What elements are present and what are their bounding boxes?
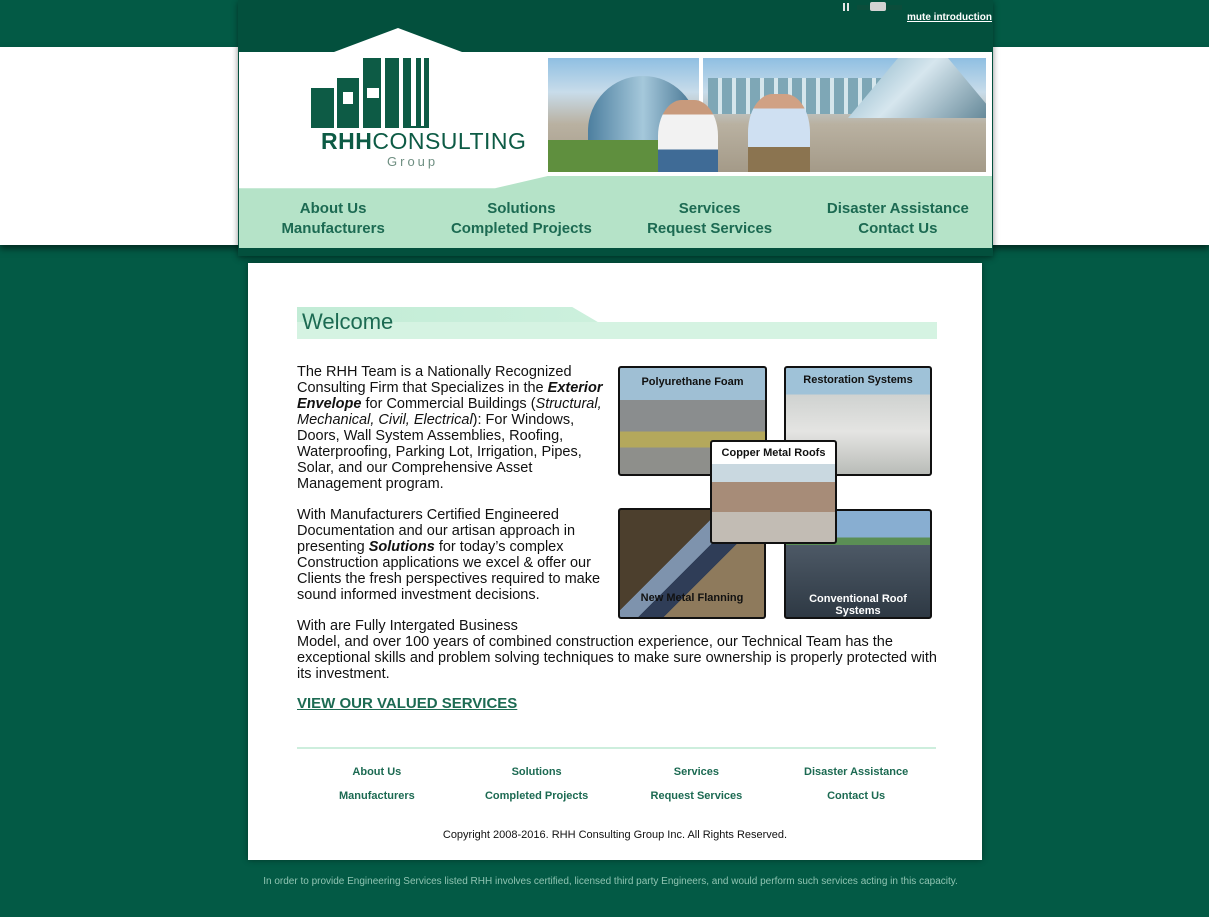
mute-introduction-link[interactable]: mute introduction xyxy=(907,12,992,23)
nav-completed-projects[interactable]: Completed Projects xyxy=(427,219,615,239)
nav-contact-us[interactable]: Contact Us xyxy=(804,219,992,239)
worker-figure xyxy=(748,94,810,172)
rhh-logo[interactable]: RHHCONSULTING Group xyxy=(279,52,526,183)
page-title: Welcome xyxy=(302,309,394,334)
site-header: RHHCONSULTING Group About Us Solutions S… xyxy=(238,0,993,256)
nav-services[interactable]: Services xyxy=(616,199,804,219)
nav-solutions[interactable]: Solutions xyxy=(427,199,615,219)
nav-request-services[interactable]: Request Services xyxy=(616,219,804,239)
footer-contact-us[interactable]: Contact Us xyxy=(776,789,936,813)
logo-subtitle: Group xyxy=(387,154,439,169)
footer-completed-projects[interactable]: Completed Projects xyxy=(457,789,617,813)
team-paragraph: With are Fully Intergated Business Model,… xyxy=(297,618,937,682)
logo-roof-shape xyxy=(318,28,478,58)
building-logo-icon xyxy=(311,52,429,128)
footer-manufacturers[interactable]: Manufacturers xyxy=(297,789,457,813)
disclaimer-text: In order to provide Engineering Services… xyxy=(263,876,958,887)
intro-paragraph: The RHH Team is a Nationally Recognized … xyxy=(297,364,603,492)
pause-icon[interactable] xyxy=(843,3,849,11)
footer-request-services[interactable]: Request Services xyxy=(617,789,777,813)
footer-disaster-assistance[interactable]: Disaster Assistance xyxy=(776,765,936,789)
nav-about-us[interactable]: About Us xyxy=(239,199,427,219)
logo-wordmark: RHHCONSULTING xyxy=(321,128,527,154)
main-content: Welcome The RHH Team is a Nationally Rec… xyxy=(248,263,982,860)
header-photo-collage xyxy=(548,58,986,172)
volume-knob[interactable] xyxy=(870,2,886,11)
footer-solutions[interactable]: Solutions xyxy=(457,765,617,789)
tile-copper-metal-roofs[interactable]: Copper Metal Roofs xyxy=(710,440,837,544)
footer-services[interactable]: Services xyxy=(617,765,777,789)
main-nav: About Us Solutions Services Disaster Ass… xyxy=(239,199,992,239)
worker-figure xyxy=(658,100,718,172)
footer-about-us[interactable]: About Us xyxy=(297,765,457,789)
divider xyxy=(297,747,936,749)
nav-disaster-assistance[interactable]: Disaster Assistance xyxy=(804,199,992,219)
media-controls: mute introduction xyxy=(843,2,992,23)
copyright-text: Copyright 2008-2016. RHH Consulting Grou… xyxy=(442,829,788,841)
footer-nav: About Us Solutions Services Disaster Ass… xyxy=(297,765,936,805)
nav-manufacturers[interactable]: Manufacturers xyxy=(239,219,427,239)
view-services-link[interactable]: VIEW OUR VALUED SERVICES xyxy=(297,695,517,712)
approach-paragraph: With Manufacturers Certified Engineered … xyxy=(297,507,601,603)
header-panel: RHHCONSULTING Group About Us Solutions S… xyxy=(239,52,992,248)
